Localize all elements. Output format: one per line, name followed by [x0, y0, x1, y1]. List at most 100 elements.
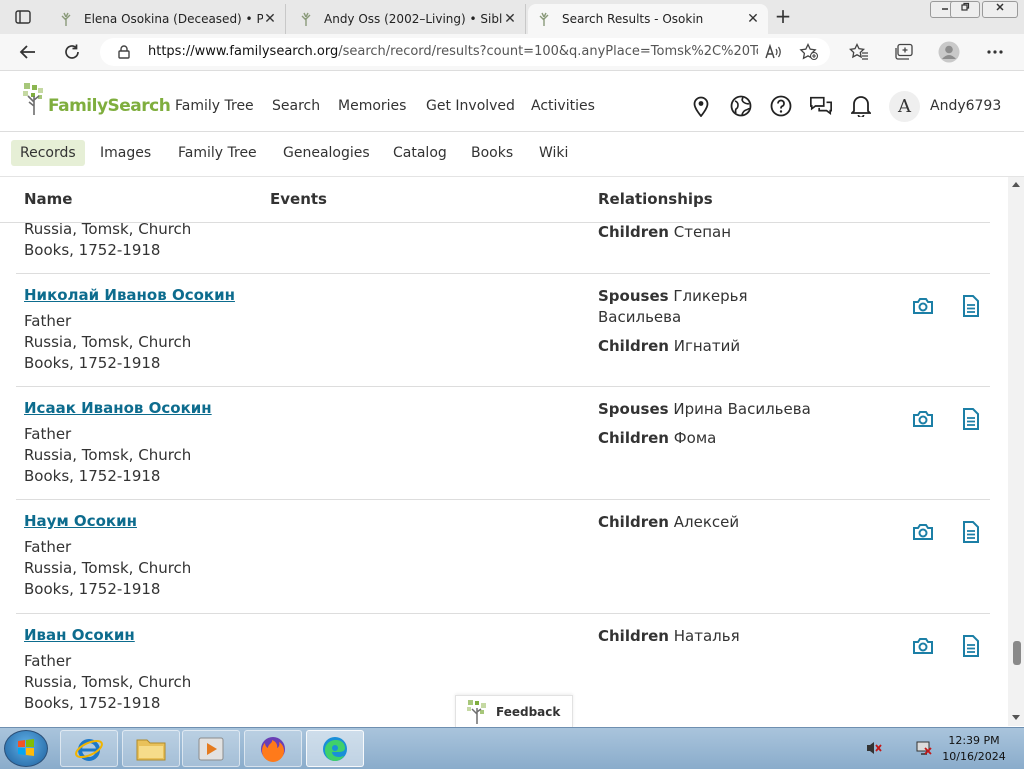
taskbar-edge[interactable]: [306, 730, 364, 767]
camera-icon: [913, 638, 933, 654]
url-host: https://www.familysearch.org: [148, 44, 339, 59]
messages-button[interactable]: [809, 94, 833, 118]
browser-tab-2[interactable]: Andy Oss (2002–Living) • Sibling ✕: [290, 4, 526, 34]
network-error-icon: [916, 741, 932, 755]
tab-close-icon[interactable]: ✕: [263, 11, 277, 27]
results-list: Name Events Relationships Russia, Tomsk,…: [0, 177, 1008, 726]
new-tab-button[interactable]: +: [770, 5, 796, 29]
scrollbar-thumb[interactable]: [1013, 641, 1021, 665]
record-collection: Russia, Tomsk, Church Books, 1752-1918: [24, 673, 192, 712]
nav-get-involved[interactable]: Get Involved: [426, 98, 515, 114]
read-aloud-button[interactable]: [762, 41, 784, 63]
results-column-header: Name Events Relationships: [0, 177, 990, 223]
windows-logo-icon: [18, 739, 34, 756]
document-icon: [963, 295, 979, 317]
add-favorite-button[interactable]: [798, 41, 820, 63]
view-image-button[interactable]: [911, 294, 935, 318]
record-collection: Russia, Tomsk, Church Books, 1752-1918: [24, 559, 192, 598]
column-relationships[interactable]: Relationships: [598, 190, 713, 208]
subnav-images[interactable]: Images: [100, 140, 151, 166]
tab-title: Elena Osokina (Deceased) • Perso: [84, 12, 263, 26]
help-button[interactable]: [769, 94, 793, 118]
refresh-button[interactable]: [58, 39, 86, 65]
result-row: Николай Иванов Осокин Father Russia, Tom…: [16, 274, 990, 387]
nav-memories[interactable]: Memories: [338, 98, 406, 114]
record-collection: Russia, Tomsk, Church Books, 1752-1918: [24, 333, 192, 372]
scroll-up-arrow-icon[interactable]: [1012, 182, 1020, 187]
tab-actions-button[interactable]: [8, 6, 38, 28]
person-role: Father: [24, 312, 72, 330]
subnav-catalog[interactable]: Catalog: [393, 140, 447, 166]
subnav-family-tree[interactable]: Family Tree: [178, 140, 257, 166]
notifications-button[interactable]: [849, 94, 873, 118]
username[interactable]: Andy6793: [930, 98, 1001, 114]
nav-activities[interactable]: Activities: [531, 98, 595, 114]
taskbar-internet-explorer[interactable]: [60, 730, 118, 767]
search-sub-nav: Records Images Family Tree Genealogies C…: [0, 132, 1024, 177]
url-bar[interactable]: https://www.familysearch.org/search/reco…: [100, 38, 830, 66]
language-button[interactable]: [729, 94, 753, 118]
tray-network-disconnected[interactable]: [914, 738, 934, 758]
view-transcript-button[interactable]: [959, 294, 983, 318]
relationship-label: Spouses: [598, 400, 669, 418]
person-name-link[interactable]: Исаак Иванов Осокин: [24, 399, 212, 417]
star-add-icon: [799, 43, 819, 61]
subnav-wiki[interactable]: Wiki: [539, 140, 568, 166]
back-button[interactable]: [14, 39, 42, 65]
browser-tab-3[interactable]: Search Results - Osokin ✕: [528, 4, 768, 34]
tray-volume-muted[interactable]: [864, 738, 884, 758]
collections-icon: [895, 43, 913, 60]
taskbar-firefox[interactable]: [244, 730, 302, 767]
relationship-value: Игнатий: [673, 337, 741, 355]
taskbar-media-player[interactable]: [182, 730, 240, 767]
column-events[interactable]: Events: [270, 190, 327, 208]
person-name-link[interactable]: Иван Осокин: [24, 626, 135, 644]
profile-avatar-icon: [938, 41, 960, 63]
view-transcript-button[interactable]: [959, 520, 983, 544]
restore-button[interactable]: [950, 1, 980, 18]
window-close-button[interactable]: [982, 1, 1018, 18]
subnav-records[interactable]: Records: [11, 140, 85, 166]
relationship-children: Children Фома: [598, 428, 828, 449]
relationship-label: Children: [598, 429, 669, 447]
user-avatar[interactable]: A: [889, 91, 920, 122]
browser-tab-1[interactable]: Elena Osokina (Deceased) • Perso ✕: [50, 4, 286, 34]
scroll-down-arrow-icon[interactable]: [1012, 715, 1020, 720]
profile-button[interactable]: [938, 41, 960, 63]
relationship-children: Children Игнатий: [598, 336, 828, 357]
restore-icon: [961, 2, 970, 11]
view-image-button[interactable]: [911, 520, 935, 544]
favorites-button[interactable]: [848, 41, 870, 63]
relationship-value: Ирина Васильева: [673, 400, 811, 418]
view-image-button[interactable]: [911, 634, 935, 658]
page-scrollbar[interactable]: [1008, 177, 1024, 726]
result-row: Исаак Иванов Осокин Father Russia, Tomsk…: [16, 387, 990, 500]
taskbar-file-explorer[interactable]: [122, 730, 180, 767]
view-transcript-button[interactable]: [959, 407, 983, 431]
person-name-link[interactable]: Николай Иванов Осокин: [24, 286, 235, 304]
site-header: FamilySearch Family Tree Search Memories…: [0, 71, 1024, 132]
taskbar-clock[interactable]: 12:39 PM 10/16/2024: [938, 733, 1010, 765]
relationship-label: Children: [598, 627, 669, 645]
start-button[interactable]: [4, 730, 48, 767]
person-name-link[interactable]: Наум Осокин: [24, 512, 137, 530]
nav-family-tree[interactable]: Family Tree: [175, 98, 254, 114]
subnav-genealogies[interactable]: Genealogies: [283, 140, 370, 166]
collections-button[interactable]: [893, 41, 915, 63]
refresh-icon: [65, 44, 79, 59]
url-text[interactable]: https://www.familysearch.org/search/reco…: [148, 44, 758, 59]
tab-close-icon[interactable]: ✕: [746, 11, 760, 27]
column-name[interactable]: Name: [24, 190, 72, 208]
tab-close-icon[interactable]: ✕: [503, 11, 517, 27]
familysearch-logo[interactable]: FamilySearch: [22, 82, 171, 116]
familysearch-favicon-icon: [539, 12, 549, 26]
location-button[interactable]: [689, 94, 713, 118]
view-image-button[interactable]: [911, 407, 935, 431]
camera-icon: [913, 298, 933, 314]
windows-taskbar: 12:39 PM 10/16/2024: [0, 727, 1024, 769]
nav-search[interactable]: Search: [272, 98, 320, 114]
feedback-button[interactable]: Feedback: [455, 695, 573, 727]
view-transcript-button[interactable]: [959, 634, 983, 658]
settings-menu-button[interactable]: [984, 41, 1006, 63]
subnav-books[interactable]: Books: [471, 140, 513, 166]
